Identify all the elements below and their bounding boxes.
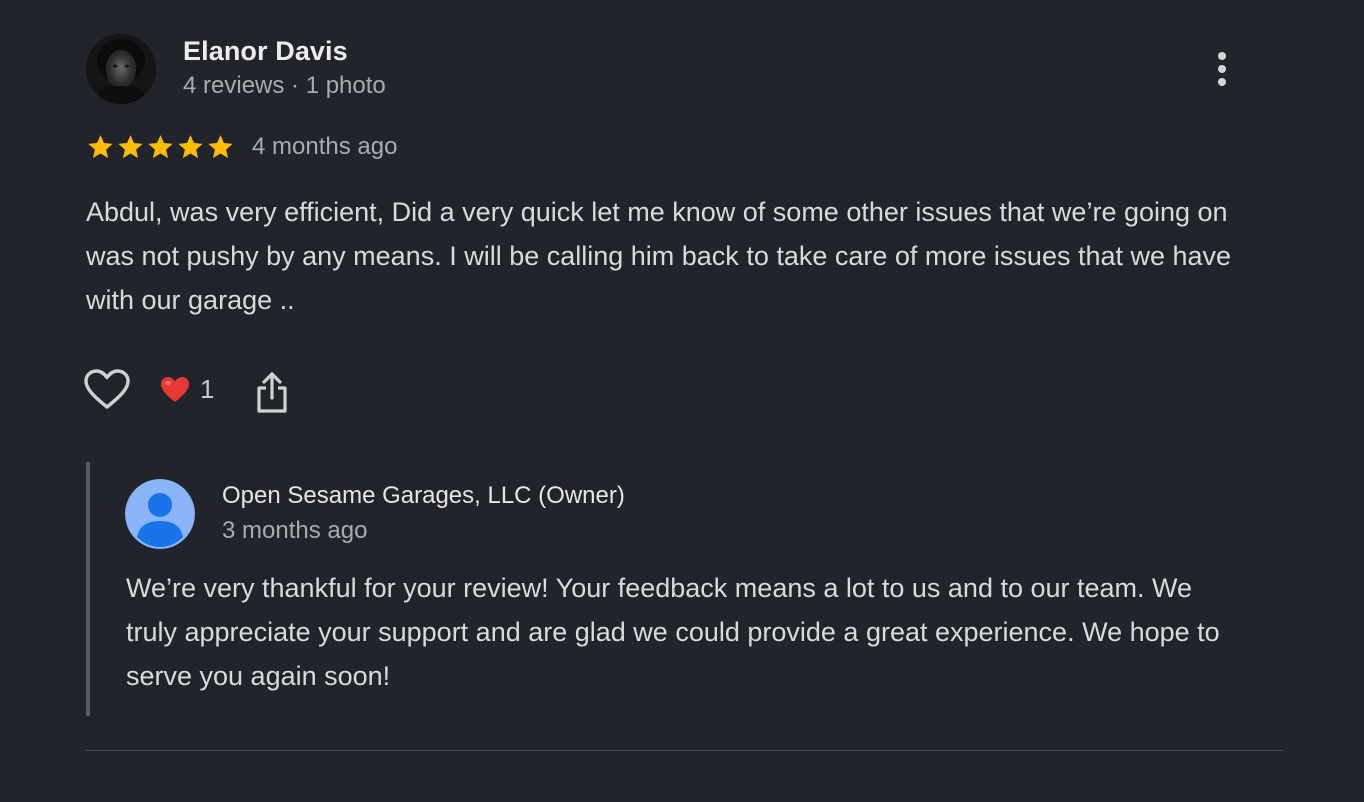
more-vert-icon-dot (1218, 78, 1226, 86)
default-profile-icon (125, 479, 195, 549)
rating-row: 4 months ago (86, 130, 397, 164)
star-icon (88, 135, 113, 159)
owner-reply: Open Sesame Garages, LLC (Owner) 3 month… (86, 462, 1236, 716)
share-button[interactable] (254, 370, 290, 414)
more-options-button[interactable] (1204, 46, 1240, 92)
owner-name: Open Sesame Garages, LLC (Owner) (222, 482, 625, 509)
owner-avatar (125, 479, 195, 549)
reaction-summary[interactable]: 1 (160, 374, 214, 405)
reviewer-avatar[interactable] (86, 34, 156, 104)
reply-indent-bar (86, 462, 90, 716)
review-text: Abdul, was very efficient, Did a very qu… (86, 197, 1232, 315)
star-icon (148, 135, 173, 159)
review-divider (86, 750, 1283, 751)
red-heart-emoji-icon (161, 376, 189, 402)
heart-outline-icon (84, 369, 130, 409)
star-icon (208, 135, 233, 159)
reaction-count: 1 (200, 374, 215, 404)
like-button[interactable] (84, 368, 130, 412)
star-icon (118, 135, 143, 159)
more-vert-icon (1218, 52, 1226, 60)
review-date: 4 months ago (252, 133, 398, 160)
owner-reply-date: 3 months ago (222, 517, 368, 544)
review-card: Elanor Davis 4 reviews · 1 photo 4 month… (0, 0, 1364, 802)
share-icon (257, 372, 287, 413)
reviewer-name[interactable]: Elanor Davis (183, 36, 348, 67)
more-vert-icon-dot (1218, 65, 1226, 73)
star-rating (86, 133, 235, 161)
reviewer-meta: 4 reviews · 1 photo (183, 72, 386, 99)
star-icon (178, 135, 203, 159)
owner-reply-text: We’re very thankful for your review! You… (126, 573, 1220, 691)
